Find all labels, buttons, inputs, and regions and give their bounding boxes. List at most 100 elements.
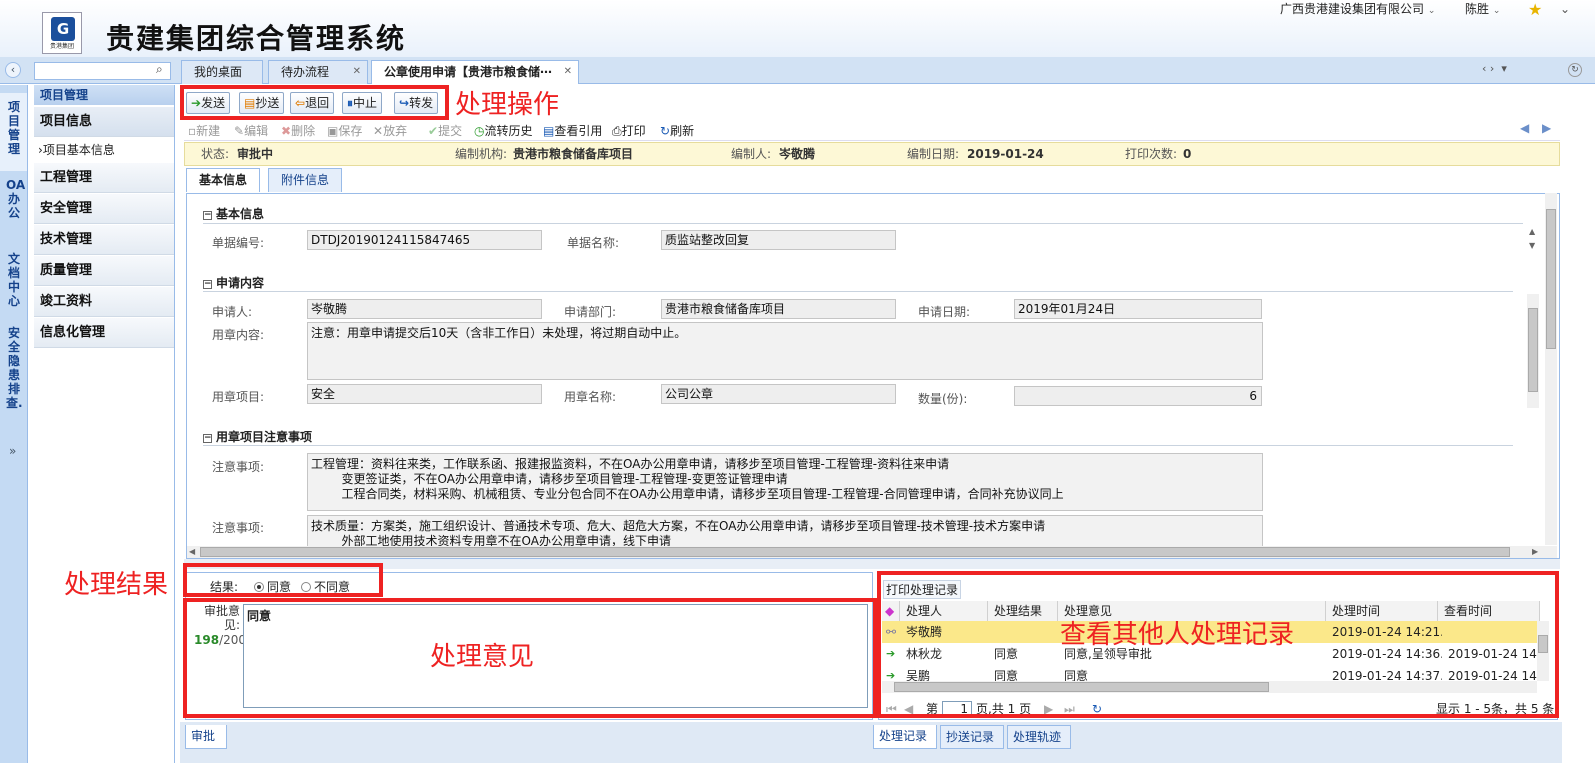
collapse-icon[interactable]: − — [203, 280, 212, 289]
refresh-icon: ↻ — [660, 124, 671, 138]
scrollbar-thumb[interactable] — [1528, 308, 1538, 392]
scroll-right-icon[interactable]: ▶ — [1532, 547, 1538, 556]
refresh-button[interactable]: ↻刷新 — [660, 122, 694, 139]
note1-textarea[interactable]: 工程管理：资料往来类，工作联系函、报建报监资料，不在OA办公用章申请，请移步至项… — [307, 453, 1263, 511]
edit-button[interactable]: ✎编辑 — [234, 122, 268, 139]
search-input[interactable] — [34, 62, 171, 80]
chevron-left-icon[interactable]: ‹ — [1482, 62, 1486, 75]
user-menu[interactable]: 陈胜 ⌄ — [1465, 0, 1500, 17]
section-basic-info[interactable]: − 基本信息 — [203, 205, 264, 222]
flow-history-button[interactable]: ◷流转历史 — [474, 122, 533, 139]
scroll-up-icon[interactable]: ▲ — [1529, 227, 1535, 236]
tab-basic-info[interactable]: 基本信息 — [186, 168, 261, 192]
state-value: 审批中 — [237, 147, 274, 161]
close-icon[interactable]: ✕ — [353, 61, 361, 83]
save-button[interactable]: ▣保存 — [327, 122, 362, 139]
next-record-icon[interactable]: ▶ — [1542, 121, 1551, 135]
new-label: 新建 — [196, 124, 221, 138]
doc-name-field[interactable]: 质监站整改回复 — [661, 230, 896, 250]
printer-icon: ⎙ — [612, 124, 622, 138]
sidebar-item-it[interactable]: 信息化管理 — [34, 318, 174, 348]
history-icon: ◷ — [474, 124, 485, 138]
sidebar-item-quality[interactable]: 质量管理 — [34, 256, 174, 286]
tab-approve[interactable]: 审批 — [185, 725, 227, 749]
doc-no-field[interactable]: DTDJ20190124115847465 — [307, 230, 542, 250]
discard-button[interactable]: ✕放弃 — [373, 122, 407, 139]
org-value: 贵港市粮食储备库项目 — [513, 147, 634, 161]
qty-field[interactable]: 6 — [1014, 386, 1262, 406]
delete-label: 删除 — [291, 124, 316, 138]
seal-item-label: 用章项目: — [212, 390, 265, 404]
chevron-right-icon[interactable]: › — [1490, 62, 1494, 75]
delete-button[interactable]: ✖删除 — [281, 122, 315, 139]
prev-record-icon[interactable]: ◀ — [1520, 121, 1529, 135]
view-reference-button[interactable]: ▤查看引用 — [543, 122, 602, 139]
sidebar-item-engineering[interactable]: 工程管理 — [34, 163, 174, 193]
content-textarea[interactable]: 注意：用章申请提交后10天（含非工作日）未处理，将过期自动中止。 — [307, 322, 1263, 380]
sidebar-item-completion[interactable]: 竣工资料 — [34, 287, 174, 317]
vnav-safety[interactable]: 安全隐患排查... — [6, 326, 22, 426]
annotation-others: 查看其他人处理记录 — [1060, 620, 1295, 650]
collapse-left-icon[interactable]: ‹ — [5, 62, 21, 78]
tab-track[interactable]: 处理轨迹 — [1007, 725, 1071, 749]
tab-label: 我的桌面 — [194, 65, 243, 79]
collapse-icon[interactable]: − — [203, 211, 212, 220]
delete-icon: ✖ — [281, 124, 292, 138]
search-icon[interactable]: ⌕ — [156, 62, 163, 77]
new-button[interactable]: ▫新建 — [188, 122, 220, 139]
tab-todo[interactable]: 待办流程 ✕ — [268, 60, 368, 84]
scrollbar-thumb[interactable] — [1546, 209, 1556, 349]
applicant-field[interactable]: 岑敬腾 — [307, 299, 542, 319]
tab-scroll-arrows[interactable]: ‹ › ▾ — [1482, 62, 1507, 75]
seal-item-field[interactable]: 安全 — [307, 384, 542, 404]
company-selector[interactable]: 广西贵港建设集团有限公司 ⌄ — [1280, 0, 1435, 17]
logo-mark-icon: G — [51, 17, 75, 41]
sidebar-item-safety[interactable]: 安全管理 — [34, 194, 174, 224]
dept-field[interactable]: 贵港市粮食储备库项目 — [661, 299, 896, 319]
sidebar-item-project-info[interactable]: 项目信息 — [34, 107, 174, 137]
favorites-star-icon[interactable]: ★ — [1528, 0, 1542, 19]
section-title: 用章项目注意事项 — [216, 430, 313, 444]
form-scrollbar[interactable] — [1545, 193, 1557, 545]
divider — [203, 291, 1513, 292]
tab-seal-application[interactable]: 公章使用申请【贵港市粮食储⋯ ✕ — [371, 60, 579, 84]
panel-splitter[interactable] — [184, 559, 1560, 569]
system-title: 贵建集团综合管理系统 — [106, 22, 407, 55]
more-menu-icon[interactable]: ⌄ — [1560, 2, 1570, 16]
discard-label: 放弃 — [383, 124, 408, 138]
scrollbar-thumb[interactable] — [200, 547, 1510, 557]
print-button[interactable]: ⎙打印 — [612, 122, 646, 139]
vnav-oa[interactable]: OA办公 — [6, 178, 25, 220]
status-bar: 状态: 审批中 编制机构: 贵港市粮食储备库项目 编制人: 岑敬腾 编制日期: … — [184, 142, 1560, 166]
expand-more-icon[interactable]: » — [9, 444, 16, 458]
annotation-ops: 处理操作 — [455, 90, 560, 120]
tab-list-icon[interactable]: ▾ — [1501, 62, 1507, 75]
section-seal-notes[interactable]: − 用章项目注意事项 — [203, 428, 312, 445]
note2-label: 注意事项: — [212, 521, 265, 535]
section-title: 基本信息 — [216, 207, 265, 221]
close-icon[interactable]: ✕ — [564, 61, 572, 83]
vnav-project[interactable]: 项目管理 — [6, 100, 22, 156]
vnav-docs[interactable]: 文档中心 — [6, 252, 22, 308]
tab-records[interactable]: 处理记录 — [873, 725, 937, 749]
tab-attachments[interactable]: 附件信息 — [268, 168, 343, 192]
content-scrollbar[interactable] — [1527, 294, 1539, 408]
state-label: 状态: — [201, 147, 230, 161]
tab-desktop[interactable]: 我的桌面 — [181, 60, 263, 84]
print-count-label: 打印次数: — [1125, 147, 1178, 161]
tab-label: 待办流程 — [281, 65, 330, 79]
apply-date-field[interactable]: 2019年01月24日 — [1014, 299, 1262, 319]
sidebar-subitem-label: 项目基本信息 — [42, 143, 115, 157]
submit-button[interactable]: ✔提交 — [428, 122, 462, 139]
scroll-left-icon[interactable]: ◀ — [189, 547, 195, 556]
section-title: 申请内容 — [216, 276, 265, 290]
section-apply-content[interactable]: − 申请内容 — [203, 274, 264, 291]
tab-cc-records[interactable]: 抄送记录 — [940, 725, 1004, 749]
collapse-icon[interactable]: − — [203, 434, 212, 443]
scroll-down-icon[interactable]: ▼ — [1529, 241, 1535, 250]
sidebar-subitem-basic-info[interactable]: ›项目基本信息 — [34, 138, 174, 163]
sidebar-item-technical[interactable]: 技术管理 — [34, 225, 174, 255]
tab-refresh-icon[interactable]: ↻ — [1568, 63, 1582, 77]
print-label: 打印 — [621, 124, 646, 138]
seal-name-field[interactable]: 公司公章 — [661, 384, 896, 404]
